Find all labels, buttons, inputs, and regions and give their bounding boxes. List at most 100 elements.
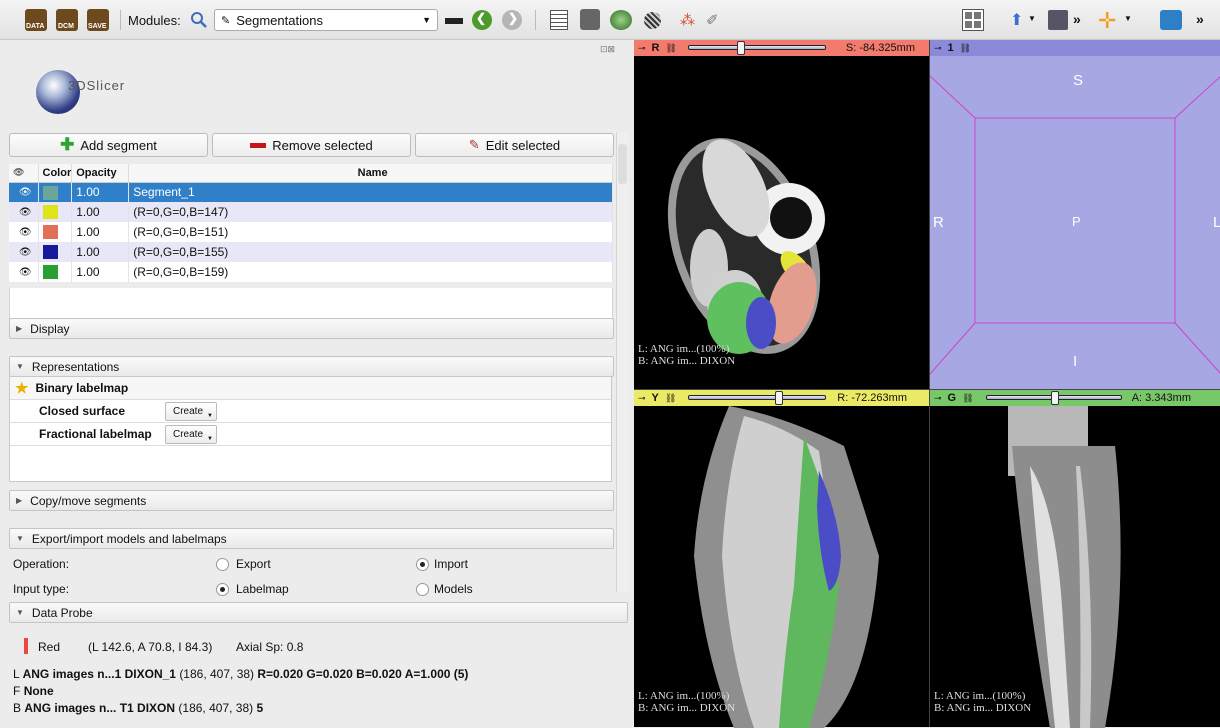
display-section[interactable]: ▶ Display [9,318,614,339]
segment-color-swatch[interactable] [38,262,73,282]
yellow-offset-value: R: -72.263mm [837,392,907,404]
segment-color-swatch[interactable] [38,202,73,222]
labelmap-radio[interactable] [216,583,229,596]
green-slice-view[interactable]: ⊸ G ⛓ A: 3.343mm L: ANG im...(100%) B: A… [929,389,1220,728]
panel-float-close-icon[interactable]: ⊡⊠ [600,44,624,54]
forward-arrow-icon[interactable]: ❯ [502,10,522,30]
load-data-icon[interactable]: DATA [25,9,47,31]
load-dicom-icon[interactable]: DCM [56,9,78,31]
segment-row[interactable]: 👁 1.00 Segment_1 [9,182,613,202]
labelmap-radio-label[interactable]: Labelmap [236,582,289,596]
green-offset-slider[interactable] [986,391,1122,405]
transforms-module-icon[interactable] [644,12,661,29]
name-header: Name [128,164,613,183]
link-icon[interactable]: ⛓ [665,393,676,404]
segment-name[interactable]: Segment_1 [128,182,613,202]
segment-opacity[interactable]: 1.00 [71,242,130,262]
import-radio-label[interactable]: Import [434,557,468,571]
pin-icon[interactable]: ⊸ [934,393,942,404]
segment-name[interactable]: (R=0,G=0,B=159) [128,262,613,282]
representations-section[interactable]: ▼ Representations [9,356,614,377]
markups-module-icon[interactable]: ⁂ [680,11,695,29]
pin-icon[interactable]: ⊸ [934,43,942,54]
eye-icon[interactable]: 👁 [9,222,39,242]
segment-row[interactable]: 👁 1.00 (R=0,G=0,B=151) [9,222,613,242]
panel-scrollbar[interactable] [616,132,628,592]
volumes-module-icon[interactable] [580,9,600,30]
crosshair-toggle-icon[interactable]: ⬆ [1010,10,1023,30]
chevron-down-icon[interactable]: ▼ [1028,14,1036,23]
visibility-header-icon[interactable]: 👁 [9,164,39,183]
overflow-icon[interactable]: » [1196,11,1204,27]
module-history-icon[interactable] [445,18,463,24]
segment-opacity[interactable]: 1.00 [71,202,130,222]
export-radio-label[interactable]: Export [236,557,271,571]
segment-opacity[interactable]: 1.00 [71,262,130,282]
pencil-icon: ✎ [468,137,480,152]
add-segment-button[interactable]: ✚ Add segment [9,133,208,157]
models-radio-label[interactable]: Models [434,582,473,596]
red-offset-slider[interactable] [688,41,826,55]
segment-color-swatch[interactable] [38,242,73,262]
import-radio[interactable] [416,558,429,571]
editor-module-icon[interactable]: ✐ [706,11,719,29]
segment-color-swatch[interactable] [38,222,73,242]
segment-opacity[interactable]: 1.00 [71,182,130,202]
overflow-icon[interactable]: » [1073,11,1081,27]
module-search-icon[interactable] [190,11,208,29]
create-fractional-button[interactable]: Create ▼ [165,425,217,444]
module-selector[interactable]: ✎ Segmentations ▼ [214,9,438,31]
pin-icon[interactable]: ⊸ [638,43,646,54]
eye-icon[interactable]: 👁 [9,182,39,202]
models-radio[interactable] [416,583,429,596]
segments-table-empty-area [9,288,613,320]
export-radio[interactable] [216,558,229,571]
segment-name[interactable]: (R=0,G=0,B=155) [128,242,613,262]
chevron-down-icon[interactable]: ▼ [1124,14,1132,23]
data-module-icon[interactable] [550,10,568,30]
link-icon[interactable]: ⛓ [666,43,677,54]
red-slice-view[interactable]: ⊸ R ⛓ S: -84.325mm L: ANG im...(100%) B:… [634,40,929,389]
posterior-label: P [1072,214,1081,229]
segment-opacity[interactable]: 1.00 [71,222,130,242]
create-closed-surface-button[interactable]: Create ▼ [165,402,217,421]
star-icon: ★ [15,380,29,397]
eye-icon[interactable]: 👁 [9,262,39,282]
green-slice-image [1008,406,1121,728]
eye-icon[interactable]: 👁 [9,242,39,262]
copy-move-section[interactable]: ▶ Copy/move segments [9,490,614,511]
extension-manager-icon[interactable] [1160,10,1182,30]
link-icon[interactable]: ⛓ [962,393,973,404]
crosshair-icon[interactable]: ✛ [1098,8,1116,34]
segment-row[interactable]: 👁 1.00 (R=0,G=0,B=155) [9,242,613,262]
expand-arrow-icon: ▶ [16,324,23,333]
segment-name[interactable]: (R=0,G=0,B=151) [128,222,613,242]
yellow-offset-slider[interactable] [688,391,826,405]
threed-view-controller[interactable]: ⊸ 1 ⛓ [930,40,1220,56]
layout-icon[interactable] [962,9,984,31]
yellow-slice-controller[interactable]: ⊸ Y ⛓ R: -72.263mm [634,390,929,406]
link-icon[interactable]: ⛓ [960,43,971,54]
probe-view-name: Red [38,640,61,654]
edit-selected-button[interactable]: ✎ Edit selected [415,133,614,157]
inferior-label: I [1073,353,1078,370]
back-arrow-icon[interactable]: ❮ [472,10,492,30]
data-probe-section[interactable]: ▼ Data Probe [9,602,628,623]
export-import-section[interactable]: ▼ Export/import models and labelmaps [9,528,614,549]
models-module-icon[interactable] [610,10,632,30]
save-icon[interactable]: SAVE [87,9,109,31]
threed-view[interactable]: ⊸ 1 ⛓ S R P L I [929,40,1220,389]
segmentations-module-icon: ✎ [221,14,231,27]
yellow-slice-view[interactable]: ⊸ Y ⛓ R: -72.263mm L: ANG im...(100%) B:… [634,389,929,728]
red-slice-controller[interactable]: ⊸ R ⛓ S: -84.325mm [634,40,929,56]
screenshot-icon[interactable] [1048,10,1068,30]
segment-row[interactable]: 👁 1.00 (R=0,G=0,B=147) [9,202,613,222]
segment-name[interactable]: (R=0,G=0,B=147) [128,202,613,222]
segment-row[interactable]: 👁 1.00 (R=0,G=0,B=159) [9,262,613,282]
remove-selected-button[interactable]: Remove selected [212,133,411,157]
green-slice-controller[interactable]: ⊸ G ⛓ A: 3.343mm [930,390,1220,406]
eye-icon[interactable]: 👁 [9,202,39,222]
fractional-labelmap-row: Fractional labelmap Create ▼ [10,423,611,446]
segment-color-swatch[interactable] [38,182,73,202]
pin-icon[interactable]: ⊸ [638,393,646,404]
